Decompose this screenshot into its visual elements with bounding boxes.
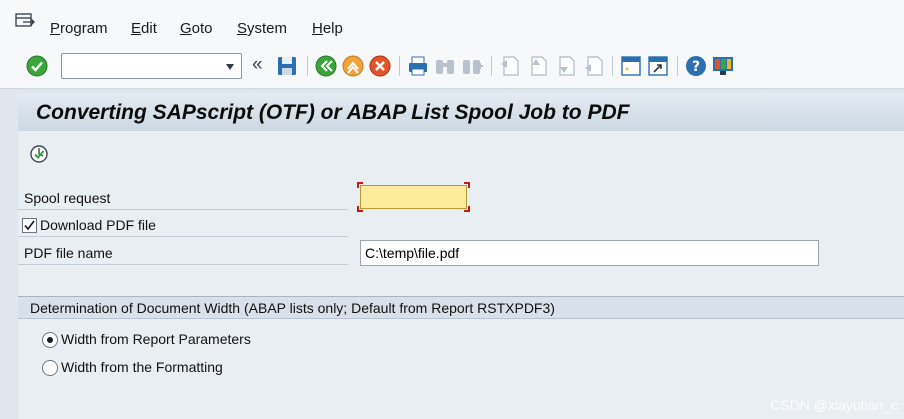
cancel-icon[interactable] <box>368 54 392 78</box>
help-icon[interactable]: ? <box>684 54 708 78</box>
toolbar-separator <box>307 56 308 76</box>
save-icon[interactable] <box>275 54 299 78</box>
spool-request-field[interactable] <box>360 185 467 209</box>
execute-icon[interactable] <box>28 143 50 165</box>
group-header: Determination of Document Width (ABAP li… <box>18 297 904 319</box>
toolbar-separator <box>612 56 613 76</box>
print-icon[interactable] <box>406 54 430 78</box>
previous-page-icon[interactable] <box>526 54 550 78</box>
row-divider <box>18 264 348 265</box>
customize-layout-icon[interactable] <box>711 54 735 78</box>
enter-icon[interactable] <box>25 54 49 78</box>
create-session-icon[interactable] <box>619 54 643 78</box>
required-marker <box>357 182 363 188</box>
radio-label-report-parameters[interactable]: Width from Report Parameters <box>61 331 251 347</box>
radio-label-formatting[interactable]: Width from the Formatting <box>61 359 223 375</box>
exit-icon[interactable] <box>341 54 365 78</box>
watermark: CSDN @xiayutian_c <box>770 397 898 413</box>
command-field[interactable] <box>61 53 242 79</box>
menu-icon[interactable] <box>14 13 36 31</box>
next-page-icon[interactable] <box>554 54 578 78</box>
main-screen: Converting SAPscript (OTF) or ABAP List … <box>18 93 904 419</box>
required-marker <box>464 182 470 188</box>
menu-bar: Program Edit Goto System Help <box>0 0 904 45</box>
toolbar-separator <box>677 56 678 76</box>
last-page-icon[interactable] <box>582 54 606 78</box>
title-bar: Converting SAPscript (OTF) or ABAP List … <box>18 93 904 131</box>
menu-edit[interactable]: Edit <box>131 20 157 37</box>
group-title: Determination of Document Width (ABAP li… <box>30 300 555 316</box>
find-icon[interactable] <box>433 54 457 78</box>
pdf-file-name-label: PDF file name <box>24 245 113 261</box>
command-field-input[interactable] <box>66 57 216 75</box>
back-icon[interactable] <box>314 54 338 78</box>
standard-toolbar: « ? <box>0 45 904 89</box>
row-divider <box>18 236 348 237</box>
shortcut-icon[interactable] <box>646 54 670 78</box>
collapse-command-field-icon[interactable]: « <box>252 55 263 75</box>
menu-system[interactable]: System <box>237 20 287 37</box>
toolbar-separator <box>491 56 492 76</box>
radio-width-report-parameters[interactable] <box>42 332 58 348</box>
svg-text:?: ? <box>692 59 700 75</box>
page-title: Converting SAPscript (OTF) or ABAP List … <box>36 101 630 124</box>
chevron-down-icon[interactable] <box>225 63 235 71</box>
download-pdf-checkbox[interactable] <box>22 218 37 233</box>
row-divider <box>18 209 348 210</box>
checkmark-icon <box>24 220 35 231</box>
download-pdf-label[interactable]: Download PDF file <box>40 217 156 233</box>
radio-width-formatting[interactable] <box>42 360 58 376</box>
find-next-icon[interactable] <box>460 54 484 78</box>
menu-goto[interactable]: Goto <box>180 20 213 37</box>
menu-help[interactable]: Help <box>312 20 343 37</box>
required-marker <box>357 206 363 212</box>
radio-selected-dot <box>47 337 53 343</box>
spool-request-label: Spool request <box>24 190 111 206</box>
toolbar-separator <box>399 56 400 76</box>
menu-program[interactable]: Program <box>50 20 108 37</box>
pdf-file-name-field[interactable] <box>360 240 819 266</box>
first-page-icon[interactable] <box>498 54 522 78</box>
required-marker <box>464 206 470 212</box>
